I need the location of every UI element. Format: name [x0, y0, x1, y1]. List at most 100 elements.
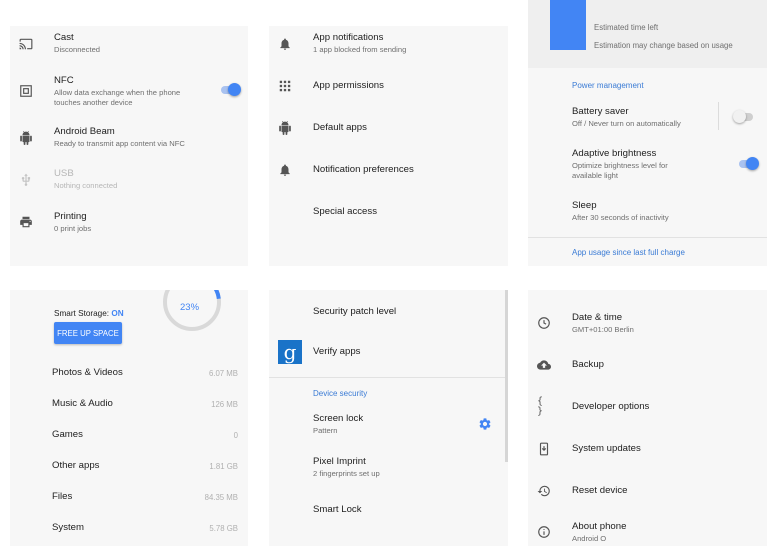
- battery-panel: Estimated time left Estimation may chang…: [528, 0, 767, 266]
- app-permissions-title: App permissions: [313, 80, 384, 91]
- smart-lock-row[interactable]: Smart Lock: [269, 500, 508, 522]
- verify-apps-row[interactable]: g Verify apps: [269, 338, 508, 368]
- restore-icon: [537, 484, 551, 498]
- android-beam-subtitle: Ready to transmit app content via NFC: [54, 139, 185, 148]
- app-permissions-row[interactable]: App permissions: [269, 72, 508, 102]
- storage-row-music[interactable]: Music & Audio 126 MB: [10, 393, 248, 415]
- special-access-row[interactable]: Special access: [269, 198, 508, 228]
- smart-storage-prefix: Smart Storage:: [54, 309, 112, 318]
- braces-icon: { }: [537, 396, 544, 417]
- app-notifications-title: App notifications: [313, 32, 384, 43]
- apps-panel: App notifications 1 app blocked from sen…: [269, 26, 508, 266]
- adaptive-brightness-toggle[interactable]: [739, 157, 759, 170]
- storage-percent: 23%: [180, 302, 200, 313]
- android-beam-row[interactable]: Android Beam Ready to transmit app conte…: [10, 122, 248, 158]
- backup-row[interactable]: Backup: [528, 352, 767, 378]
- google-g-icon: g: [278, 340, 302, 364]
- grid-icon: [278, 79, 292, 93]
- system-updates-row[interactable]: System updates: [528, 436, 767, 462]
- connected-devices-panel: Cast Disconnected NFC Allow data exchang…: [10, 26, 248, 266]
- bell-icon: [278, 37, 292, 51]
- power-management-header: Power management: [572, 81, 644, 90]
- nfc-toggle[interactable]: [221, 83, 241, 96]
- battery-icon: [550, 0, 586, 50]
- adaptive-brightness-subtitle-line1: Optimize brightness level for: [572, 161, 668, 170]
- sleep-subtitle: After 30 seconds of inactivity: [572, 213, 669, 222]
- security-patch-level-row[interactable]: Security patch level: [269, 300, 508, 322]
- sleep-row[interactable]: Sleep After 30 seconds of inactivity: [528, 196, 767, 228]
- storage-row-games[interactable]: Games 0: [10, 424, 248, 446]
- cast-icon: [19, 37, 33, 51]
- adaptive-brightness-row[interactable]: Adaptive brightness Optimize brightness …: [528, 144, 767, 186]
- cast-subtitle: Disconnected: [54, 45, 101, 54]
- usb-title: USB: [54, 168, 74, 179]
- system-updates-title: System updates: [572, 443, 641, 454]
- cloud-upload-icon: [537, 358, 551, 372]
- printing-subtitle: 0 print jobs: [54, 224, 92, 233]
- pixel-imprint-title: Pixel Imprint: [313, 456, 366, 467]
- app-notifications-row[interactable]: App notifications 1 app blocked from sen…: [269, 26, 508, 66]
- storage-row-other-apps[interactable]: Other apps 1.81 GB: [10, 455, 248, 477]
- android-icon: [19, 131, 33, 145]
- bell-icon: [278, 163, 292, 177]
- android-icon: [278, 121, 292, 135]
- print-icon: [19, 215, 33, 229]
- about-phone-row[interactable]: About phone Android O: [528, 516, 767, 546]
- storage-games-value: 0: [233, 431, 238, 440]
- screen-lock-subtitle: Pattern: [313, 426, 338, 435]
- info-icon: [537, 525, 551, 539]
- about-phone-subtitle: Android O: [572, 534, 607, 543]
- printing-row[interactable]: Printing 0 print jobs: [10, 206, 248, 242]
- nfc-subtitle-line2: touches another device: [54, 98, 133, 107]
- storage-music-value: 126 MB: [211, 400, 238, 409]
- date-time-title: Date & time: [572, 312, 623, 323]
- storage-panel: 23% Smart Storage: ON FREE UP SPACE Phot…: [10, 290, 248, 546]
- nfc-icon: [19, 84, 33, 98]
- storage-other-apps-value: 1.81 GB: [209, 462, 238, 471]
- storage-other-apps-label: Other apps: [52, 460, 100, 471]
- battery-saver-row[interactable]: Battery saver Off / Never turn on automa…: [528, 100, 767, 136]
- gear-icon[interactable]: [478, 417, 492, 431]
- date-time-row[interactable]: Date & time GMT+01:00 Berlin: [528, 308, 767, 340]
- storage-music-label: Music & Audio: [52, 398, 113, 409]
- developer-options-row[interactable]: { } Developer options: [528, 394, 767, 420]
- storage-files-label: Files: [52, 491, 73, 502]
- security-patch-level-title: Security patch level: [313, 306, 397, 317]
- developer-options-title: Developer options: [572, 401, 650, 412]
- cast-title: Cast: [54, 32, 74, 43]
- storage-photos-label: Photos & Videos: [52, 367, 123, 378]
- storage-system-value: 5.78 GB: [209, 524, 238, 533]
- adaptive-brightness-title: Adaptive brightness: [572, 148, 657, 159]
- special-access-title: Special access: [313, 206, 377, 217]
- adaptive-brightness-subtitle-line2: available light: [572, 171, 619, 180]
- notification-preferences-row[interactable]: Notification preferences: [269, 156, 508, 186]
- default-apps-row[interactable]: Default apps: [269, 114, 508, 144]
- storage-row-system[interactable]: System 5.78 GB: [10, 517, 248, 539]
- app-notifications-subtitle: 1 app blocked from sending: [313, 45, 407, 54]
- nfc-row[interactable]: NFC Allow data exchange when the phone t…: [10, 70, 248, 114]
- battery-saver-toggle[interactable]: [733, 110, 753, 123]
- pixel-imprint-row[interactable]: Pixel Imprint 2 fingerprints set up: [269, 452, 508, 484]
- reset-device-row[interactable]: Reset device: [528, 478, 767, 504]
- storage-row-files[interactable]: Files 84.35 MB: [10, 486, 248, 508]
- verify-apps-title: Verify apps: [313, 346, 361, 357]
- scrollbar[interactable]: [505, 290, 508, 462]
- usb-icon: [19, 173, 33, 187]
- screen-lock-row[interactable]: Screen lock Pattern: [269, 409, 508, 441]
- date-time-subtitle: GMT+01:00 Berlin: [572, 325, 634, 334]
- battery-footer-divider: [528, 237, 767, 238]
- storage-photos-value: 6.07 MB: [208, 369, 238, 378]
- nfc-title: NFC: [54, 75, 74, 86]
- notification-preferences-title: Notification preferences: [313, 164, 414, 175]
- nfc-subtitle-line1: Allow data exchange when the phone: [54, 88, 181, 97]
- cast-row[interactable]: Cast Disconnected: [10, 26, 248, 66]
- storage-games-label: Games: [52, 429, 83, 440]
- about-phone-title: About phone: [572, 521, 627, 532]
- security-panel: Security patch level g Verify apps Devic…: [269, 290, 508, 546]
- default-apps-title: Default apps: [313, 122, 367, 133]
- reset-device-title: Reset device: [572, 485, 628, 496]
- app-usage-link[interactable]: App usage since last full charge: [572, 248, 685, 257]
- backup-title: Backup: [572, 359, 604, 370]
- free-up-space-button[interactable]: FREE UP SPACE: [54, 322, 122, 344]
- storage-row-photos[interactable]: Photos & Videos 6.07 MB: [10, 362, 248, 384]
